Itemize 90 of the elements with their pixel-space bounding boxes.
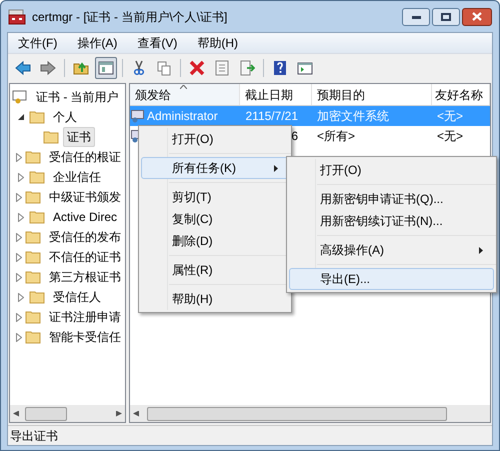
column-header[interactable]: 截止日期 <box>240 84 312 105</box>
maximize-icon <box>441 12 451 20</box>
folder-icon <box>25 190 41 204</box>
menu-item[interactable]: 导出(E)... <box>289 268 494 290</box>
tree-item[interactable]: 不信任的证书 <box>45 247 125 267</box>
folder-up-icon <box>73 60 89 76</box>
folder-icon <box>29 170 45 184</box>
submenu-arrow-icon <box>274 164 278 172</box>
folder-icon <box>25 270 41 284</box>
menu-item[interactable]: 属性(R) <box>141 259 289 281</box>
collapsed-arrow-icon[interactable] <box>16 312 22 322</box>
table-cell: <无> <box>432 106 490 126</box>
tree-item[interactable]: 受信任的根证 <box>45 147 125 167</box>
pane-toggle-icon <box>98 60 114 76</box>
tree-item[interactable]: 企业信任 <box>49 167 105 187</box>
column-header[interactable]: 颁发给 <box>130 84 240 105</box>
tree-item[interactable]: 受信任人 <box>49 287 105 307</box>
menu-item[interactable]: 复制(C) <box>141 208 289 230</box>
folder-icon <box>25 230 41 244</box>
folder-icon <box>25 150 41 164</box>
column-header[interactable]: 预期目的 <box>312 84 432 105</box>
table-cell: Administrator <box>130 106 240 126</box>
menu-item[interactable]: 删除(D) <box>141 230 289 252</box>
toolbox-icon <box>8 8 26 24</box>
maximize-button[interactable] <box>432 8 460 26</box>
menu-item[interactable]: 帮助(H) <box>195 34 240 52</box>
tree-item[interactable]: 证书 <box>63 127 95 147</box>
minimize-icon <box>412 14 420 18</box>
collapsed-arrow-icon[interactable] <box>16 212 26 222</box>
help-icon <box>272 60 288 76</box>
collapsed-arrow-icon[interactable] <box>16 232 22 242</box>
certificate-icon <box>131 110 144 122</box>
export-list-icon <box>239 60 255 76</box>
collapsed-arrow-icon[interactable] <box>16 292 26 302</box>
window-title: certmgr - [证书 - 当前用户\个人\证书] <box>32 8 228 26</box>
table-cell: 2115/7/21 <box>240 106 312 126</box>
folder-icon <box>43 130 59 144</box>
menu-item[interactable]: 打开(O) <box>141 128 289 150</box>
toolbar-button[interactable] <box>95 56 117 78</box>
menu-item[interactable]: 文件(F) <box>16 34 60 52</box>
tree-item[interactable]: 个人 <box>49 107 81 127</box>
table-cell-text: 6 <box>290 128 299 145</box>
collapsed-arrow-icon[interactable] <box>16 172 26 182</box>
menu-item[interactable]: 打开(O) <box>289 159 494 181</box>
scissors-icon <box>131 60 147 76</box>
table-cell: 加密文件系统 <box>312 106 432 126</box>
menu-item[interactable]: 用新密钥申请证书(Q)... <box>289 188 494 210</box>
collapsed-arrow-icon[interactable] <box>16 272 22 282</box>
tree-item[interactable]: 证书注册申请 <box>45 307 125 327</box>
menu-item[interactable]: 查看(V) <box>135 34 180 52</box>
menu-item[interactable]: 操作(A) <box>75 34 120 52</box>
tree-item[interactable]: 中级证书颁发 <box>45 187 125 207</box>
status-text: 导出证书 <box>10 428 58 444</box>
delete-icon <box>189 60 205 76</box>
properties-icon <box>214 60 230 76</box>
close-icon <box>472 12 482 21</box>
folder-icon <box>29 110 45 124</box>
tree-item[interactable]: 智能卡受信任 <box>45 327 125 347</box>
folder-icon <box>25 250 41 264</box>
menu-item[interactable]: 用新密钥续订证书(N)... <box>289 210 494 232</box>
back-arrow-icon <box>15 60 31 76</box>
folder-icon <box>25 330 41 344</box>
close-button[interactable] <box>462 8 492 26</box>
tree-item[interactable]: 受信任的发布 <box>45 227 125 247</box>
horizontal-scrollbar[interactable] <box>130 405 490 422</box>
collapsed-arrow-icon[interactable] <box>16 152 22 162</box>
table-cell-text: <所有> <box>316 128 356 145</box>
collapsed-arrow-icon[interactable] <box>16 192 22 202</box>
tree-item[interactable]: Active Direc <box>49 207 122 227</box>
folder-icon <box>29 210 45 224</box>
minimize-button[interactable] <box>402 8 430 26</box>
menu-item[interactable]: 高级操作(A) <box>289 239 494 261</box>
menu-item[interactable]: 所有任务(K) <box>141 157 289 179</box>
collapsed-arrow-icon[interactable] <box>16 252 22 262</box>
expanded-arrow-icon[interactable] <box>16 114 26 120</box>
tree-item[interactable]: 证书 - 当前用户 <box>32 87 123 107</box>
forward-arrow-icon <box>40 60 56 76</box>
action-pane-icon <box>297 60 313 76</box>
column-header[interactable]: 友好名称 <box>432 84 490 105</box>
menu-item[interactable]: 帮助(H) <box>141 288 289 310</box>
copy-icon <box>156 60 172 76</box>
menu-item[interactable]: 剪切(T) <box>141 186 289 208</box>
certificate-icon <box>12 89 28 105</box>
submenu-arrow-icon <box>479 246 483 254</box>
tree-item[interactable]: 第三方根证书 <box>45 267 125 287</box>
horizontal-scrollbar[interactable] <box>10 405 125 422</box>
folder-icon <box>29 290 45 304</box>
collapsed-arrow-icon[interactable] <box>16 332 22 342</box>
folder-icon <box>25 310 41 324</box>
table-cell-text: <无> <box>436 128 464 145</box>
